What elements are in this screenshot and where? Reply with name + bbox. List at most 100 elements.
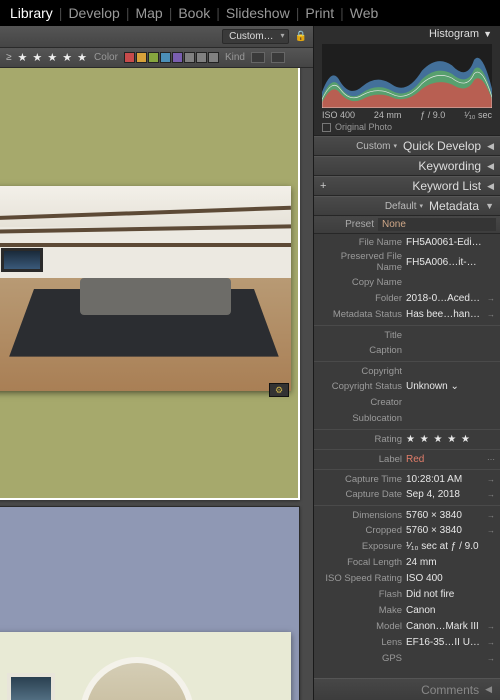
metadata-row[interactable]: Exposure¹⁄₁₀ sec at ƒ / 9.0 — [314, 538, 500, 554]
metadata-value[interactable]: 5760 × 3840 — [406, 510, 482, 521]
rating-op[interactable]: ≥ — [6, 52, 12, 63]
swatch-green[interactable] — [148, 52, 159, 63]
preset-value[interactable]: None — [378, 218, 496, 231]
swatch-none2[interactable] — [196, 52, 207, 63]
metadata-row[interactable]: Title — [314, 325, 500, 342]
keyword-list-header[interactable]: + Keyword List ◀ — [314, 176, 500, 196]
metadata-row[interactable]: LensEF16-35…II USM→ — [314, 634, 500, 650]
rating-value[interactable]: ★ ★ ★ ★ ★ — [406, 434, 482, 445]
module-web[interactable]: Web — [350, 5, 379, 21]
label-value[interactable]: Red — [406, 454, 482, 465]
metadata-row[interactable]: Cropped5760 × 3840→ — [314, 522, 500, 538]
swatch-none3[interactable] — [208, 52, 219, 63]
arrow-icon[interactable]: ⋯ — [486, 455, 496, 464]
kind-photo-icon[interactable] — [271, 52, 285, 63]
chevron-down-icon[interactable]: ▼ — [483, 29, 492, 39]
metadata-row[interactable]: Folder2018-0…Acedera→ — [314, 290, 500, 306]
right-panel: Histogram ▼ ISO 400 24 mm ƒ / 9.0 ¹⁄₁₀ se… — [313, 26, 500, 700]
metadata-row[interactable]: Preserved File NameFH5A006…it-Edit.psd — [314, 250, 500, 274]
arrow-icon[interactable]: → — [486, 511, 496, 520]
metadata-row[interactable]: Focal Length24 mm — [314, 554, 500, 570]
filter-preset-dropdown[interactable]: Custom… — [222, 29, 288, 44]
histo-aperture[interactable]: ƒ / 9.0 — [420, 110, 445, 120]
metadata-preset-row[interactable]: Preset None — [314, 216, 500, 234]
rating-filter[interactable]: ★ ★ ★ ★ ★ — [18, 51, 89, 64]
metadata-value[interactable]: 10:28:01 AM — [406, 474, 482, 485]
metadata-value[interactable]: ISO 400 — [406, 573, 482, 584]
metadata-row-label[interactable]: Label Red ⋯ — [314, 449, 500, 466]
arrow-icon[interactable]: → — [486, 475, 496, 484]
panel-title-metadata: Metadata — [429, 199, 479, 213]
grid-cell-2[interactable] — [0, 506, 300, 700]
metadata-value[interactable]: FH5A006…it-Edit.psd — [406, 257, 482, 268]
arrow-icon[interactable]: → — [486, 294, 496, 303]
quick-develop-header[interactable]: Custom Quick Develop ◀ — [314, 136, 500, 156]
arrow-icon[interactable]: → — [486, 654, 496, 663]
metadata-row-rating[interactable]: Rating ★ ★ ★ ★ ★ — [314, 429, 500, 446]
metadata-row[interactable]: Sublocation — [314, 410, 500, 426]
module-library[interactable]: Library — [10, 5, 53, 21]
metadata-value[interactable]: Sep 4, 2018 — [406, 489, 482, 500]
metadata-row[interactable]: Copyright StatusUnknown ⌄ — [314, 378, 500, 394]
metadata-row[interactable]: Creator — [314, 394, 500, 410]
metadata-row[interactable]: Copyright — [314, 361, 500, 378]
metadata-value[interactable]: EF16-35…II USM — [406, 637, 482, 648]
metadata-value[interactable]: Canon — [406, 605, 482, 616]
original-photo-toggle[interactable]: Original Photo — [322, 122, 492, 135]
metadata-set-dropdown[interactable]: Default — [385, 201, 423, 212]
histo-shutter[interactable]: ¹⁄₁₀ sec — [464, 110, 492, 120]
metadata-row[interactable]: Metadata StatusHas bee…hanged→ — [314, 306, 500, 322]
arrow-icon[interactable]: → — [486, 490, 496, 499]
kind-all-icon[interactable] — [251, 52, 265, 63]
comments-header[interactable]: Comments ◀ — [314, 678, 500, 700]
badge-icon[interactable]: ⚙ — [269, 383, 289, 397]
metadata-value[interactable]: Did not fire — [406, 589, 482, 600]
swatch-purple[interactable] — [172, 52, 183, 63]
metadata-row[interactable]: ISO Speed RatingISO 400 — [314, 570, 500, 586]
keywording-header[interactable]: Keywording ◀ — [314, 156, 500, 176]
lock-icon[interactable]: 🔒 — [295, 31, 307, 42]
metadata-value[interactable]: 5760 × 3840 — [406, 525, 482, 536]
metadata-value[interactable]: FH5A0061-Edit-Edit.psd — [406, 237, 482, 248]
arrow-icon[interactable]: → — [486, 526, 496, 535]
metadata-value[interactable]: Canon…Mark III — [406, 621, 482, 632]
metadata-row[interactable]: Caption — [314, 342, 500, 358]
swatch-blue[interactable] — [160, 52, 171, 63]
swatch-yellow[interactable] — [136, 52, 147, 63]
grid-cell-1[interactable]: ⚙ — [0, 68, 300, 500]
module-map[interactable]: Map — [135, 5, 162, 21]
metadata-header[interactable]: Default Metadata ▼ — [314, 196, 500, 216]
grid-view[interactable]: ⚙ — [0, 68, 313, 700]
metadata-value[interactable]: 2018-0…Acedera — [406, 293, 482, 304]
arrow-icon[interactable]: → — [486, 310, 496, 319]
metadata-row[interactable]: Capture Time10:28:01 AM→ — [314, 469, 500, 486]
metadata-row[interactable]: ModelCanon…Mark III→ — [314, 618, 500, 634]
metadata-row[interactable]: Capture DateSep 4, 2018→ — [314, 486, 500, 502]
swatch-none1[interactable] — [184, 52, 195, 63]
metadata-row[interactable]: GPS→ — [314, 650, 500, 666]
histo-focal[interactable]: 24 mm — [374, 110, 402, 120]
metadata-value[interactable]: 24 mm — [406, 557, 482, 568]
thumbnail-2[interactable] — [0, 632, 291, 700]
metadata-row[interactable]: File NameFH5A0061-Edit-Edit.psd — [314, 234, 500, 250]
metadata-value[interactable]: Unknown ⌄ — [406, 381, 482, 392]
swatch-red[interactable] — [124, 52, 135, 63]
add-keyword-button[interactable]: + — [320, 180, 326, 192]
checkbox-icon — [322, 123, 331, 132]
module-develop[interactable]: Develop — [68, 5, 119, 21]
qd-preset-dropdown[interactable]: Custom — [356, 141, 397, 152]
histogram-title[interactable]: Histogram — [429, 28, 479, 40]
arrow-icon[interactable]: → — [486, 622, 496, 631]
metadata-row[interactable]: Copy Name — [314, 274, 500, 290]
metadata-value[interactable]: ¹⁄₁₀ sec at ƒ / 9.0 — [406, 541, 482, 552]
metadata-row[interactable]: MakeCanon — [314, 602, 500, 618]
histo-iso[interactable]: ISO 400 — [322, 110, 355, 120]
module-book[interactable]: Book — [178, 5, 210, 21]
metadata-row[interactable]: FlashDid not fire — [314, 586, 500, 602]
metadata-value[interactable]: Has bee…hanged — [406, 309, 482, 320]
module-print[interactable]: Print — [305, 5, 334, 21]
thumbnail-1[interactable] — [0, 186, 291, 391]
metadata-row[interactable]: Dimensions5760 × 3840→ — [314, 505, 500, 522]
module-slideshow[interactable]: Slideshow — [226, 5, 290, 21]
arrow-icon[interactable]: → — [486, 638, 496, 647]
